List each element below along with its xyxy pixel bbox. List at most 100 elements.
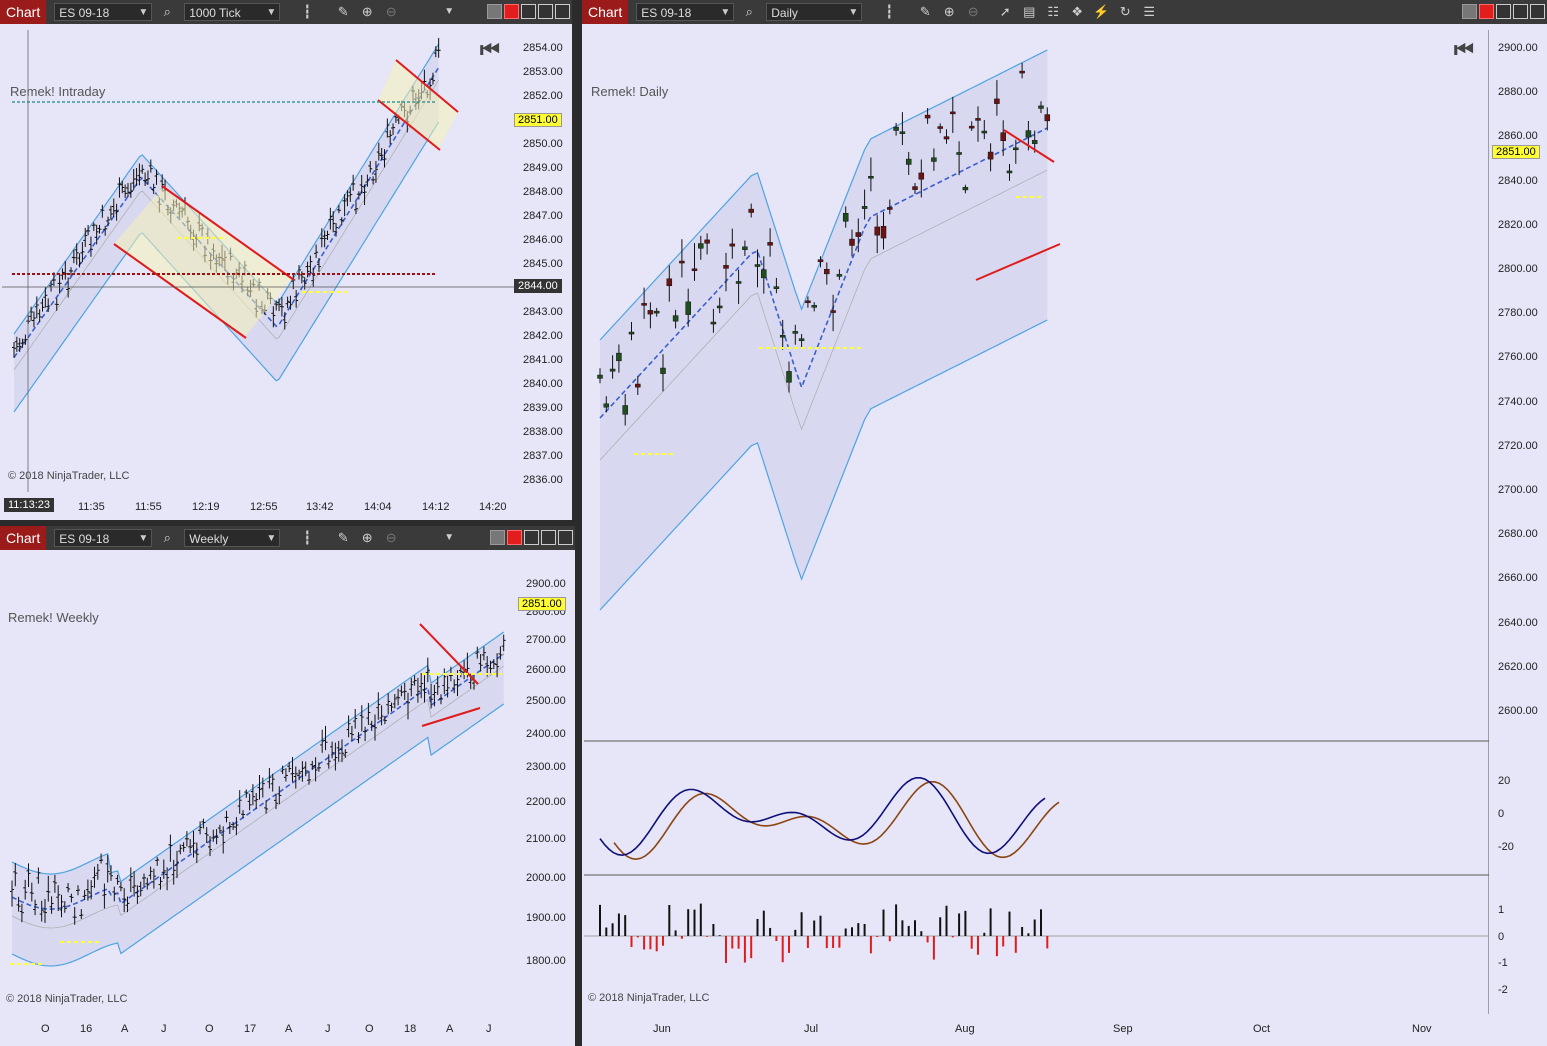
maximize-button[interactable]: [541, 530, 556, 545]
y-tick-label: 2760.00: [1498, 351, 1538, 364]
candle-body: [842, 213, 849, 222]
daily-plot[interactable]: [584, 30, 1489, 1014]
gray-button[interactable]: [487, 4, 502, 19]
chart-menu-button[interactable]: Chart: [0, 526, 47, 550]
candle-body: [950, 111, 956, 115]
zoom-in-icon[interactable]: ⊕: [358, 3, 376, 21]
chart-label: Remek! Intraday: [10, 84, 106, 99]
interval-selector[interactable]: Weekly ▼: [184, 529, 281, 547]
candle-body: [767, 242, 773, 246]
pointer-icon[interactable]: ➚: [996, 3, 1014, 21]
instrument-selector[interactable]: ES 09-18 ▼: [54, 529, 153, 547]
candle-body: [1031, 140, 1038, 144]
minimize-button[interactable]: [524, 530, 539, 545]
osc-tick-label: -20: [1498, 841, 1514, 853]
gray-button[interactable]: [1462, 4, 1477, 19]
y-tick-label: 2660.00: [1498, 572, 1538, 585]
candle-body: [868, 175, 874, 179]
chevron-down-icon[interactable]: ▼: [440, 3, 458, 21]
x-tick-label: 11:35: [78, 501, 105, 513]
hist-tick-label: -1: [1498, 957, 1508, 969]
instrument-selector[interactable]: ES 09-18 ▼: [636, 3, 735, 21]
strategy-icon[interactable]: ⚡: [1092, 3, 1110, 21]
candle-body: [811, 305, 817, 308]
home-icon[interactable]: ⏮: [480, 38, 500, 63]
list-icon[interactable]: ☰: [1140, 3, 1158, 21]
bar-style-icon[interactable]: ┇: [298, 529, 316, 547]
close-button[interactable]: [555, 4, 570, 19]
daily-chart-window: Chart ES 09-18 ▼ ⌕ Daily ▼ ┇ ✎ ⊕ ⊖ ➚ ▤ ☷ ❖…: [582, 0, 1547, 1046]
candle-body: [679, 260, 685, 264]
maximize-button[interactable]: [538, 4, 553, 19]
hist-tick-label: 0: [1498, 931, 1505, 943]
copyright-text: © 2018 NinjaTrader, LLC: [6, 993, 128, 1005]
candle-body: [609, 368, 616, 372]
link-button[interactable]: [504, 4, 519, 19]
y-tick-label: 2300.00: [526, 761, 566, 773]
pencil-icon[interactable]: ✎: [916, 3, 934, 21]
cursor-time-tag: 11:13:23: [4, 498, 55, 512]
home-icon[interactable]: ⏮: [1454, 38, 1474, 63]
data-box-icon[interactable]: ▤: [1020, 3, 1038, 21]
candle-body: [924, 114, 931, 119]
y-tick-label: 2800.00: [1498, 263, 1538, 275]
minimize-button[interactable]: [521, 4, 536, 19]
y-tick-label: 2837.00: [523, 450, 563, 462]
candle-body: [817, 259, 824, 263]
maximize-button[interactable]: [1513, 4, 1528, 19]
candle-body: [918, 172, 925, 180]
y-tick-label: 2842.00: [523, 330, 563, 342]
y-tick-label: 2200.00: [526, 796, 566, 808]
search-icon[interactable]: ⌕: [158, 529, 176, 547]
chart-label: Remek! Weekly: [8, 610, 99, 625]
zoom-out-icon[interactable]: ⊖: [382, 3, 400, 21]
y-tick-label: 2620.00: [1498, 660, 1538, 673]
minimize-button[interactable]: [1496, 4, 1511, 19]
link-button[interactable]: [507, 530, 522, 545]
candle-body: [716, 305, 723, 309]
x-tick-label: J: [161, 1023, 167, 1035]
properties-icon[interactable]: ☷: [1044, 3, 1062, 21]
pencil-icon[interactable]: ✎: [334, 529, 352, 547]
interval-selector[interactable]: Daily ▼: [766, 3, 863, 21]
y-tick-label: 2838.00: [523, 426, 563, 438]
bar-style-icon[interactable]: ┇: [298, 3, 316, 21]
search-icon[interactable]: ⌕: [158, 3, 176, 21]
zoom-out-icon[interactable]: ⊖: [382, 529, 400, 547]
y-tick-label: 2843.00: [523, 306, 563, 318]
bar-style-icon[interactable]: ┇: [880, 3, 898, 21]
candle-body: [887, 207, 893, 210]
y-tick-label: 2640.00: [1498, 616, 1538, 629]
window-buttons: [490, 530, 573, 545]
y-tick-label: 2780.00: [1498, 307, 1538, 320]
zoom-in-icon[interactable]: ⊕: [940, 3, 958, 21]
chevron-down-icon[interactable]: ▼: [440, 529, 458, 547]
x-tick-label: Jun: [653, 1023, 671, 1035]
close-button[interactable]: [558, 530, 573, 545]
gray-button[interactable]: [490, 530, 505, 545]
zoom-out-icon[interactable]: ⊖: [964, 3, 982, 21]
chart-menu-button[interactable]: Chart: [582, 0, 629, 24]
interval-selector[interactable]: 1000 Tick ▼: [184, 3, 281, 21]
zoom-in-icon[interactable]: ⊕: [358, 529, 376, 547]
candle-body: [962, 187, 969, 191]
templates-icon[interactable]: ❖: [1068, 3, 1086, 21]
cursor-price-tag: 2844.00: [514, 279, 562, 293]
instrument-selector[interactable]: ES 09-18 ▼: [54, 3, 153, 21]
y-tick-label: 1900.00: [526, 912, 566, 924]
candle-body: [855, 232, 862, 237]
copyright-text: © 2018 NinjaTrader, LLC: [588, 992, 710, 1004]
x-tick-label: 12:55: [250, 501, 278, 513]
y-tick-label: 2600.00: [1498, 705, 1538, 717]
close-button[interactable]: [1530, 4, 1545, 19]
link-button[interactable]: [1479, 4, 1494, 19]
intraday-plot[interactable]: [2, 30, 514, 492]
pencil-icon[interactable]: ✎: [334, 3, 352, 21]
search-icon[interactable]: ⌕: [740, 3, 758, 21]
chart-menu-button[interactable]: Chart: [0, 0, 47, 24]
candle-body: [616, 352, 622, 362]
refresh-icon[interactable]: ↻: [1116, 3, 1134, 21]
x-tick-label: O: [205, 1023, 214, 1035]
intraday-toolbar: Chart ES 09-18 ▼ ⌕ 1000 Tick ▼ ┇ ✎ ⊕ ⊖ ▼: [0, 0, 572, 24]
instrument-value: ES 09-18: [641, 6, 692, 20]
